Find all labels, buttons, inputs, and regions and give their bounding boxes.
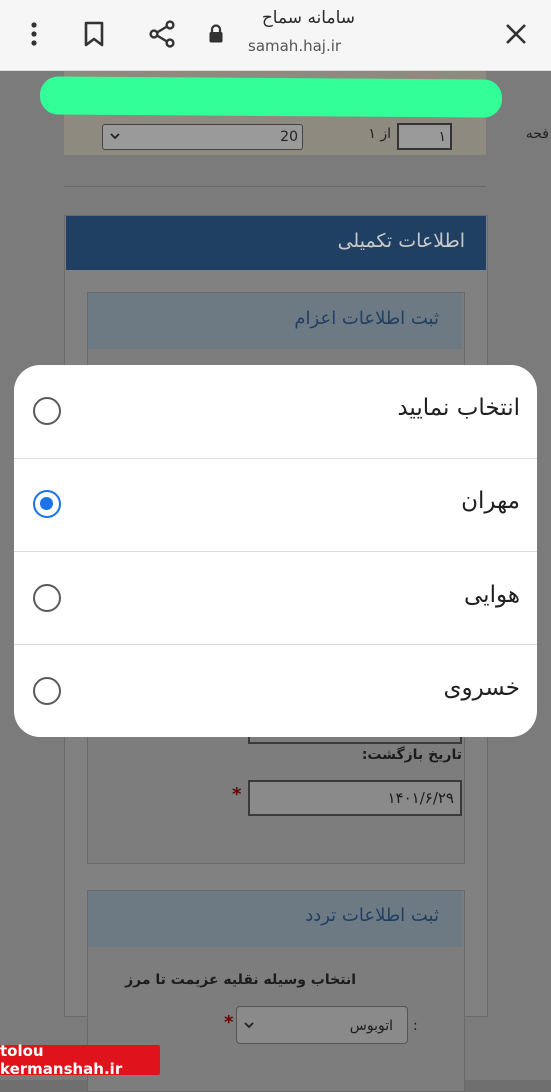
option-label: خسروی bbox=[443, 675, 520, 701]
select-dialog: انتخاب نمایید مهران هوایی خسروی bbox=[14, 365, 537, 737]
pager-of-label: از ۱ bbox=[368, 126, 391, 142]
pager-page-input[interactable]: ۱ bbox=[397, 123, 452, 150]
bookmark-icon[interactable] bbox=[76, 16, 112, 52]
required-mark: * bbox=[232, 784, 242, 805]
traffic-title: ثبت اطلاعات تردد bbox=[305, 905, 439, 926]
chevron-down-icon bbox=[109, 130, 121, 146]
return-date-label: تاریخ بازگشت: bbox=[361, 747, 462, 763]
required-mark: * bbox=[224, 1012, 234, 1033]
vehicle-select[interactable]: اتوبوس bbox=[236, 1006, 408, 1044]
vehicle-colon: : bbox=[413, 1018, 418, 1034]
site-title: سامانه سماح bbox=[261, 8, 355, 28]
option-label: مهران bbox=[461, 488, 520, 514]
pager-page-label: فحه bbox=[525, 126, 549, 142]
lock-icon bbox=[198, 16, 234, 52]
share-icon[interactable] bbox=[144, 16, 180, 52]
dispatch-title: ثبت اطلاعات اعزام bbox=[294, 308, 439, 329]
radio-unselected[interactable] bbox=[33, 677, 61, 705]
pager-size-select[interactable]: 20 bbox=[102, 124, 303, 150]
option-air[interactable]: هوایی bbox=[14, 552, 537, 645]
option-khosravi[interactable]: خسروی bbox=[14, 645, 537, 737]
watermark: tolou​kermanshah.ir bbox=[0, 1042, 160, 1078]
radio-unselected[interactable] bbox=[33, 397, 61, 425]
highlight-mark bbox=[39, 76, 503, 118]
browser-top-bar: سامانه سماح samah.haj.ir bbox=[0, 0, 551, 71]
chevron-down-icon bbox=[243, 1019, 255, 1035]
more-vert-icon[interactable] bbox=[16, 16, 52, 52]
option-mehran[interactable]: مهران bbox=[14, 459, 537, 552]
vehicle-select-value: اتوبوس bbox=[349, 1018, 393, 1034]
option-choose[interactable]: انتخاب نمایید bbox=[14, 365, 537, 458]
pager-size-value: 20 bbox=[280, 129, 298, 145]
radio-unselected[interactable] bbox=[33, 584, 61, 612]
vehicle-label: انتخاب وسیله نقلیه عزیمت تا مرز bbox=[125, 972, 356, 988]
divider bbox=[64, 186, 486, 187]
extra-info-title: اطلاعات تکمیلی bbox=[337, 230, 465, 252]
return-date-input[interactable]: ۱۴۰۱/۶/۲۹ bbox=[248, 780, 462, 816]
option-label: انتخاب نمایید bbox=[397, 395, 520, 421]
radio-selected[interactable] bbox=[33, 490, 61, 518]
close-icon[interactable] bbox=[498, 16, 534, 52]
site-url[interactable]: samah.haj.ir bbox=[248, 37, 341, 55]
option-label: هوایی bbox=[464, 582, 520, 608]
